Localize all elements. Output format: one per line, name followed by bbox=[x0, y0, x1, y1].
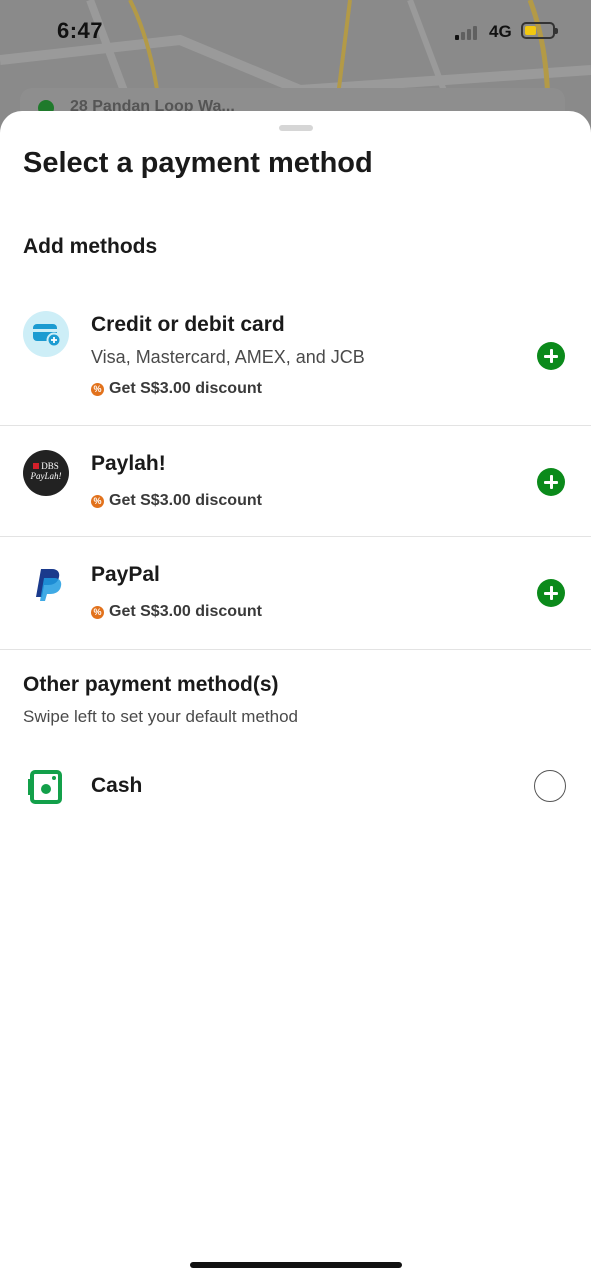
home-indicator bbox=[190, 1262, 402, 1268]
payment-method-sheet: Select a payment method Add methods Cred… bbox=[0, 111, 591, 1280]
method-name: Credit or debit card bbox=[91, 313, 285, 336]
method-row-paypal[interactable]: PayPal % Get S$3.00 discount bbox=[0, 537, 591, 650]
method-name: Cash bbox=[91, 774, 143, 797]
other-methods-hint: Swipe left to set your default method bbox=[23, 707, 298, 726]
dbs-paylah-logo: DBS PayLah! bbox=[23, 450, 69, 496]
discount-icon: % bbox=[91, 495, 104, 508]
cash-icon bbox=[23, 763, 69, 809]
add-paylah-button[interactable] bbox=[537, 468, 565, 496]
add-credit-card-button[interactable] bbox=[537, 342, 565, 370]
discount-icon: % bbox=[91, 606, 104, 619]
status-time: 6:47 bbox=[57, 18, 104, 43]
promo-label: % Get S$3.00 discount bbox=[91, 380, 262, 398]
method-subtitle: Visa, Mastercard, AMEX, and JCB bbox=[91, 347, 365, 367]
other-methods-heading: Other payment method(s) bbox=[23, 673, 279, 696]
discount-icon: % bbox=[91, 383, 104, 396]
add-paypal-button[interactable] bbox=[537, 579, 565, 607]
network-type: 4G bbox=[489, 22, 512, 41]
method-row-cash[interactable]: Cash bbox=[0, 757, 591, 817]
paypal-logo bbox=[23, 561, 69, 607]
cash-radio[interactable] bbox=[534, 770, 566, 802]
sheet-grabber[interactable] bbox=[279, 125, 313, 131]
method-name: Paylah! bbox=[91, 452, 166, 475]
method-row-credit-card[interactable]: Credit or debit card Visa, Mastercard, A… bbox=[0, 287, 591, 426]
divider bbox=[0, 649, 591, 650]
status-bar: 6:47 4G bbox=[0, 0, 591, 64]
page-title: Select a payment method bbox=[23, 147, 373, 179]
promo-label: % Get S$3.00 discount bbox=[91, 492, 262, 510]
promo-label: % Get S$3.00 discount bbox=[91, 603, 262, 621]
method-row-paylah[interactable]: DBS PayLah! Paylah! % Get S$3.00 discount bbox=[0, 426, 591, 537]
method-name: PayPal bbox=[91, 563, 160, 586]
add-methods-heading: Add methods bbox=[23, 235, 158, 258]
battery-icon bbox=[521, 22, 558, 39]
card-icon bbox=[23, 311, 69, 357]
signal-icon bbox=[455, 26, 483, 40]
